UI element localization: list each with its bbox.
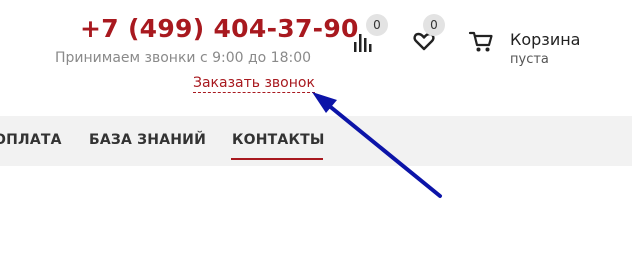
annotation-arrow (312, 92, 442, 198)
